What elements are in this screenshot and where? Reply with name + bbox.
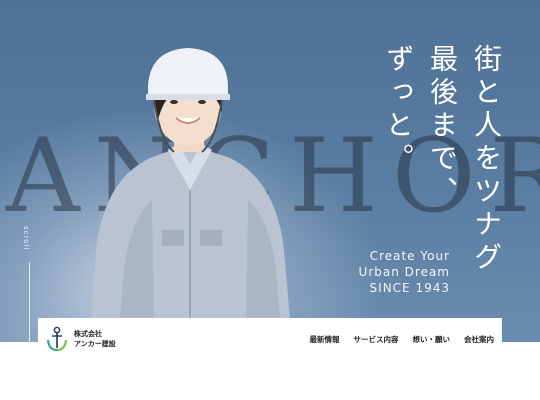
anchor-logo-icon	[46, 326, 68, 352]
tagline-line-2: 最後まで、	[426, 44, 459, 209]
site-logo[interactable]: 株式会社 アンカー建設	[46, 326, 116, 352]
subtitle-line-2: Urban Dream	[358, 265, 450, 279]
tagline-line-1: 街と人をツナグ	[470, 44, 503, 275]
main-nav: 最新情報 サービス内容 想い・願い 会社案内	[310, 334, 495, 345]
logo-line-2: アンカー建設	[74, 339, 116, 348]
nav-news[interactable]: 最新情報	[310, 334, 340, 345]
nav-philosophy[interactable]: 想い・願い	[413, 334, 451, 345]
scroll-indicator[interactable]: scroll	[22, 226, 38, 342]
hero-worker-photo	[90, 48, 292, 342]
hero-tagline: 街と人をツナグ 最後まで、 ずっと。	[382, 44, 503, 275]
site-header: 株式会社 アンカー建設 最新情報 サービス内容 想い・願い 会社案内	[38, 318, 502, 360]
logo-text: 株式会社 アンカー建設	[74, 329, 116, 349]
subtitle-line-1: Create Your	[369, 249, 450, 263]
hero-subtitle: Create Your Urban Dream SINCE 1943	[318, 248, 450, 296]
logo-line-1: 株式会社	[74, 329, 102, 338]
nav-services[interactable]: サービス内容	[354, 334, 399, 345]
hero-section: ANCHOR 街と人をツナグ 最後まで、 ずっと。 Create Your Ur…	[0, 0, 540, 342]
scroll-label: scroll	[22, 226, 30, 251]
nav-company[interactable]: 会社案内	[464, 334, 494, 345]
tagline-line-3: ずっと。	[382, 44, 415, 176]
scroll-line	[29, 262, 30, 342]
subtitle-line-3: SINCE 1943	[369, 281, 450, 295]
